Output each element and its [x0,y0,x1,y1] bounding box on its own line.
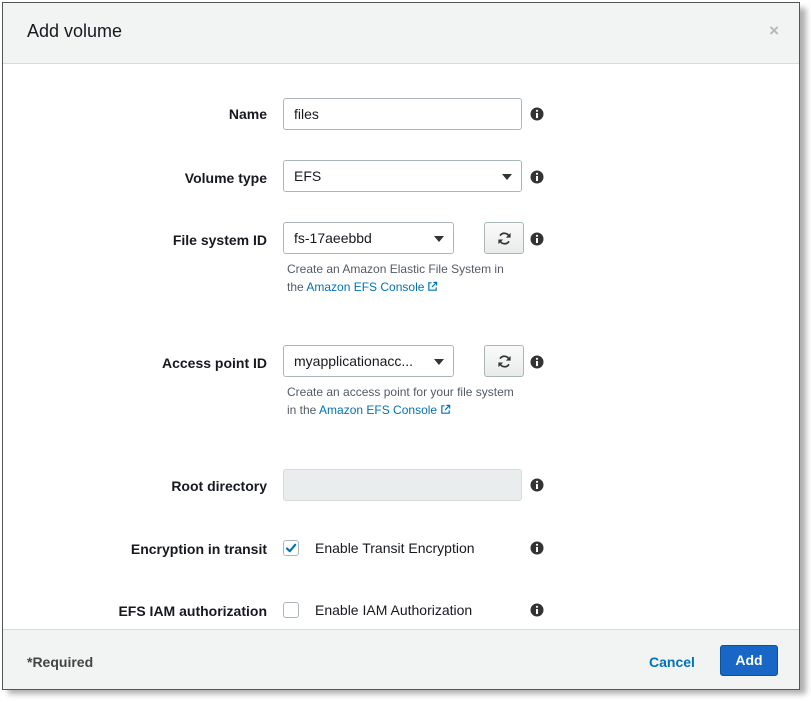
required-note: *Required [27,654,94,670]
file-system-hint-line2: the Amazon EFS Console [287,278,504,296]
access-point-id-select[interactable]: myapplicationacc... [283,345,454,377]
access-point-id-value: myapplicationacc... [294,353,414,369]
access-point-hint-prefix: in the [287,403,317,417]
modal-header: Add volume × [3,3,799,64]
efs-console-link[interactable]: Amazon EFS Console [319,403,437,417]
chevron-down-icon [434,359,444,365]
encryption-in-transit-label: Encryption in transit [130,541,267,557]
iam-authorization-checkbox[interactable] [283,602,299,618]
access-point-hint: Create an access point for your file sys… [287,383,514,419]
refresh-access-points-button[interactable] [484,345,524,377]
volume-type-label: Volume type [184,170,267,186]
efs-iam-authorization-label: EFS IAM authorization [118,603,267,619]
add-button[interactable]: Add [720,645,778,676]
info-icon[interactable] [530,478,544,492]
chevron-down-icon [502,174,512,180]
file-system-hint-prefix: the [287,280,304,294]
external-link-icon [428,281,438,291]
iam-authorization-checkbox-label[interactable]: Enable IAM Authorization [315,602,472,618]
access-point-id-label: Access point ID [161,355,267,371]
info-icon[interactable] [530,355,544,369]
file-system-hint: Create an Amazon Elastic File System in … [287,260,504,296]
volume-type-value: EFS [294,168,322,184]
volume-type-select[interactable]: EFS [283,160,522,192]
refresh-icon [498,355,511,368]
file-system-id-value: fs-17aeebbd [294,230,372,246]
file-system-id-select[interactable]: fs-17aeebbd [283,222,454,254]
modal-footer: *Required Cancel Add [3,629,799,689]
refresh-file-systems-button[interactable] [484,222,524,254]
refresh-icon [498,232,511,245]
name-label: Name [228,106,267,122]
add-volume-modal: Add volume × Name files Volume type EFS … [2,2,800,690]
name-input[interactable]: files [283,98,522,130]
info-icon[interactable] [530,232,544,246]
efs-console-link[interactable]: Amazon EFS Console [306,280,424,294]
close-icon[interactable]: × [769,21,779,41]
transit-encryption-checkbox[interactable] [283,540,299,556]
file-system-id-label: File system ID [172,232,267,248]
access-point-hint-line2: in the Amazon EFS Console [287,401,514,419]
access-point-hint-line1: Create an access point for your file sys… [287,385,514,399]
cancel-button[interactable]: Cancel [649,654,695,670]
file-system-hint-line1: Create an Amazon Elastic File System in [287,262,504,276]
transit-encryption-checkbox-label[interactable]: Enable Transit Encryption [315,540,475,556]
chevron-down-icon [434,236,444,242]
modal-title: Add volume [27,21,123,41]
info-icon[interactable] [530,170,544,184]
checkmark-icon [285,543,297,553]
info-icon[interactable] [530,603,544,617]
info-icon[interactable] [530,541,544,555]
root-directory-label: Root directory [171,478,267,494]
external-link-icon [441,404,451,414]
root-directory-input[interactable] [283,469,522,501]
info-icon[interactable] [530,107,544,121]
